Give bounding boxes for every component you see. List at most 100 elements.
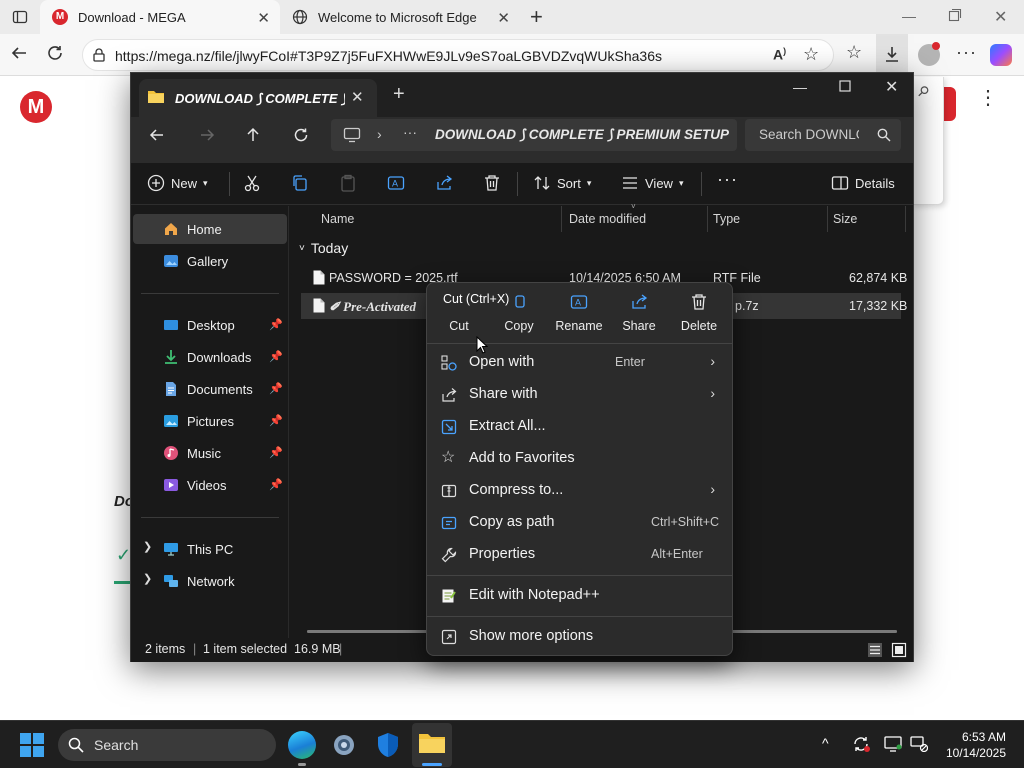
expand-chevron-icon[interactable]: ❯ bbox=[143, 540, 152, 553]
close-tab-icon[interactable]: ✕ bbox=[497, 9, 510, 27]
explorer-tab[interactable]: DOWNLOAD ⟆ COMPLETE ⟆ PREMIUM SETUP ✕ bbox=[139, 79, 377, 117]
cut-icon[interactable] bbox=[243, 174, 261, 192]
column-header-type[interactable]: Type bbox=[713, 212, 740, 226]
menu-item-compress-to[interactable]: Compress to... › bbox=[431, 475, 729, 507]
pin-icon[interactable]: 📌 bbox=[269, 478, 283, 491]
details-button[interactable]: Details bbox=[831, 174, 895, 192]
column-divider[interactable] bbox=[905, 206, 906, 232]
search-box[interactable]: Search DOWNLOAD bbox=[745, 119, 901, 151]
address-path-box[interactable]: › ··· DOWNLOAD ⟆ COMPLETE ⟆ PREMIUM SETU… bbox=[331, 119, 737, 151]
column-divider[interactable] bbox=[707, 206, 708, 232]
sidebar-item-home[interactable]: Home bbox=[133, 214, 287, 244]
close-window-button[interactable]: ✕ bbox=[994, 7, 1007, 27]
share-icon[interactable] bbox=[435, 174, 453, 192]
column-header-size[interactable]: Size bbox=[833, 212, 857, 226]
menu-item-edit-with-notepad[interactable]: Edit with Notepad++ bbox=[431, 580, 729, 612]
column-header-name[interactable]: Name bbox=[321, 212, 354, 226]
menu-kebab-icon[interactable]: ⋮ bbox=[978, 88, 998, 108]
pin-icon[interactable]: 📌 bbox=[269, 318, 283, 331]
url-text[interactable]: https://mega.nz/file/jlwyFCoI#T3P9Z7j5Fu… bbox=[115, 48, 662, 64]
search-icon[interactable] bbox=[877, 128, 891, 142]
edge-browser-icon[interactable] bbox=[288, 731, 316, 759]
copilot-icon[interactable] bbox=[990, 44, 1012, 66]
sidebar-item-desktop[interactable]: Desktop 📌 bbox=[133, 310, 287, 340]
menu-item-show-more-options[interactable]: Show more options bbox=[431, 621, 729, 653]
menu-item-properties[interactable]: Properties Alt+Enter bbox=[431, 539, 729, 571]
sidebar-item-this-pc[interactable]: ❯ This PC bbox=[133, 534, 287, 564]
column-divider[interactable] bbox=[827, 206, 828, 232]
sidebar-item-network[interactable]: ❯ Network bbox=[133, 566, 287, 596]
new-tab-button[interactable]: + bbox=[530, 4, 543, 30]
tab-mega[interactable]: M Download - MEGA ✕ bbox=[40, 0, 280, 34]
settings-gear-icon[interactable] bbox=[330, 731, 358, 759]
collapse-chevron-icon[interactable]: ˅ bbox=[299, 243, 305, 254]
tab-actions-icon[interactable] bbox=[12, 9, 28, 25]
restore-button[interactable] bbox=[948, 8, 962, 22]
forward-icon[interactable] bbox=[199, 127, 215, 143]
address-path[interactable]: DOWNLOAD ⟆ COMPLETE ⟆ PREMIUM SETUP bbox=[435, 127, 729, 143]
menu-item-copy-as-path[interactable]: Copy as path Ctrl+Shift+C bbox=[431, 507, 729, 539]
view-button[interactable]: View ▾ bbox=[621, 174, 683, 192]
pin-icon[interactable]: ⚲ bbox=[913, 82, 933, 101]
column-divider[interactable] bbox=[561, 206, 562, 232]
show-hidden-icons-chevron[interactable]: ^ bbox=[822, 735, 829, 751]
share-button[interactable]: Share bbox=[609, 293, 669, 333]
taskbar-search-box[interactable]: Search bbox=[58, 729, 276, 761]
column-header-date[interactable]: Date modified bbox=[569, 212, 646, 226]
minimize-button[interactable]: — bbox=[793, 79, 807, 95]
sidebar-item-gallery[interactable]: Gallery bbox=[133, 246, 287, 276]
copy-icon[interactable] bbox=[291, 174, 309, 192]
sidebar-item-music[interactable]: Music 📌 bbox=[133, 438, 287, 468]
expand-chevron-icon[interactable]: ❯ bbox=[143, 572, 152, 585]
menu-item-add-to-favorites[interactable]: ☆ Add to Favorites bbox=[431, 443, 729, 475]
new-button[interactable]: New ▾ bbox=[147, 174, 208, 192]
close-tab-icon[interactable]: ✕ bbox=[257, 9, 270, 27]
back-icon[interactable] bbox=[149, 127, 165, 143]
delete-button[interactable]: Delete bbox=[669, 293, 729, 333]
sidebar-item-pictures[interactable]: Pictures 📌 bbox=[133, 406, 287, 436]
paste-icon[interactable] bbox=[339, 174, 357, 192]
pin-icon[interactable]: 📌 bbox=[269, 382, 283, 395]
refresh-icon[interactable] bbox=[293, 127, 309, 143]
group-header-today[interactable]: ˅ Today bbox=[299, 240, 348, 256]
pin-icon[interactable]: 📌 bbox=[269, 414, 283, 427]
maximize-button[interactable] bbox=[839, 80, 851, 92]
back-icon[interactable] bbox=[10, 44, 28, 62]
delete-icon[interactable] bbox=[483, 174, 501, 192]
settings-more-icon[interactable]: ··· bbox=[956, 42, 977, 63]
network-disconnected-icon[interactable] bbox=[910, 736, 928, 752]
system-clock[interactable]: 6:53 AM 10/14/2025 bbox=[946, 729, 1006, 761]
close-window-button[interactable]: ✕ bbox=[885, 77, 898, 97]
start-windows-icon[interactable] bbox=[20, 733, 44, 757]
sort-button[interactable]: Sort ▾ bbox=[533, 174, 591, 192]
new-tab-button[interactable]: + bbox=[393, 83, 405, 106]
sidebar-item-videos[interactable]: Videos 📌 bbox=[133, 470, 287, 500]
favorites-icon[interactable]: ☆ bbox=[846, 42, 862, 63]
rename-icon[interactable]: A bbox=[387, 174, 405, 192]
path-ellipsis[interactable]: ··· bbox=[403, 124, 417, 140]
close-tab-icon[interactable]: ✕ bbox=[351, 88, 364, 106]
more-options-icon[interactable]: ··· bbox=[717, 169, 738, 190]
display-icon[interactable] bbox=[884, 736, 902, 752]
refresh-icon[interactable] bbox=[46, 44, 64, 62]
favorite-star-icon[interactable]: ☆ bbox=[803, 44, 819, 65]
sidebar-item-downloads[interactable]: Downloads 📌 bbox=[133, 342, 287, 372]
up-icon[interactable] bbox=[245, 127, 261, 143]
sidebar-item-documents[interactable]: Documents 📌 bbox=[133, 374, 287, 404]
sync-icon[interactable] bbox=[852, 735, 870, 753]
address-bar[interactable]: https://mega.nz/file/jlwyFCoI#T3P9Z7j5Fu… bbox=[82, 39, 834, 71]
menu-item-share-with[interactable]: Share with › bbox=[431, 379, 729, 411]
file-explorer-taskbar-button[interactable] bbox=[412, 723, 452, 767]
menu-item-extract-all[interactable]: Extract All... bbox=[431, 411, 729, 443]
mega-logo[interactable]: M bbox=[20, 91, 52, 123]
minimize-button[interactable]: — bbox=[902, 8, 916, 24]
details-view-icon[interactable] bbox=[867, 642, 883, 658]
pin-icon[interactable]: 📌 bbox=[269, 350, 283, 363]
lock-icon[interactable] bbox=[91, 47, 107, 63]
downloads-button[interactable] bbox=[876, 34, 908, 76]
security-shield-icon[interactable] bbox=[374, 731, 402, 759]
tiles-view-icon[interactable] bbox=[891, 642, 907, 658]
read-aloud-icon[interactable]: A) bbox=[773, 46, 786, 63]
pin-icon[interactable]: 📌 bbox=[269, 446, 283, 459]
rename-button[interactable]: A Rename bbox=[549, 293, 609, 333]
